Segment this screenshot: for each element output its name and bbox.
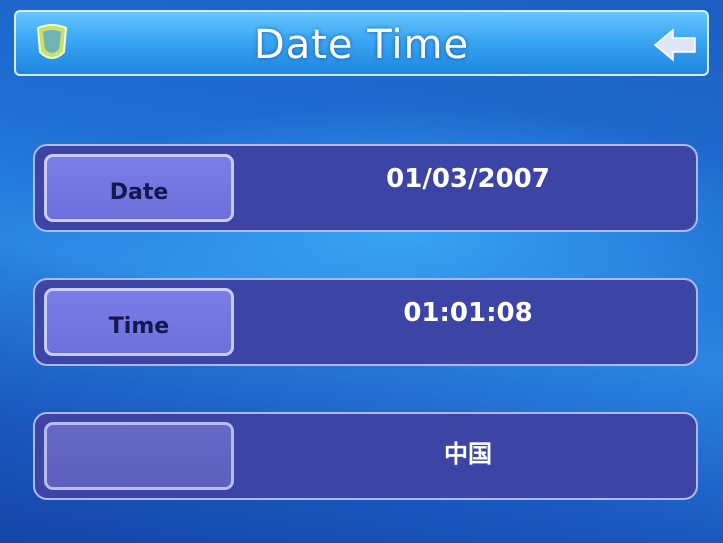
region-row: 中国 [33, 412, 698, 500]
date-row: Date 01/03/2007 [33, 144, 698, 232]
title-bar: Date Time [14, 10, 709, 76]
time-row: Time 01:01:08 [33, 278, 698, 366]
page-title: Date Time [253, 22, 470, 68]
region-button[interactable] [44, 422, 234, 490]
date-value[interactable]: 01/03/2007 [250, 164, 686, 194]
back-arrow-icon[interactable] [653, 28, 697, 62]
region-value[interactable]: 中国 [250, 434, 686, 469]
time-button[interactable]: Time [44, 288, 234, 356]
date-button[interactable]: Date [44, 154, 234, 222]
date-time-screen: Date Time Date 01/03/2007 Time 01:01:08 … [0, 0, 723, 543]
time-value[interactable]: 01:01:08 [250, 298, 686, 328]
